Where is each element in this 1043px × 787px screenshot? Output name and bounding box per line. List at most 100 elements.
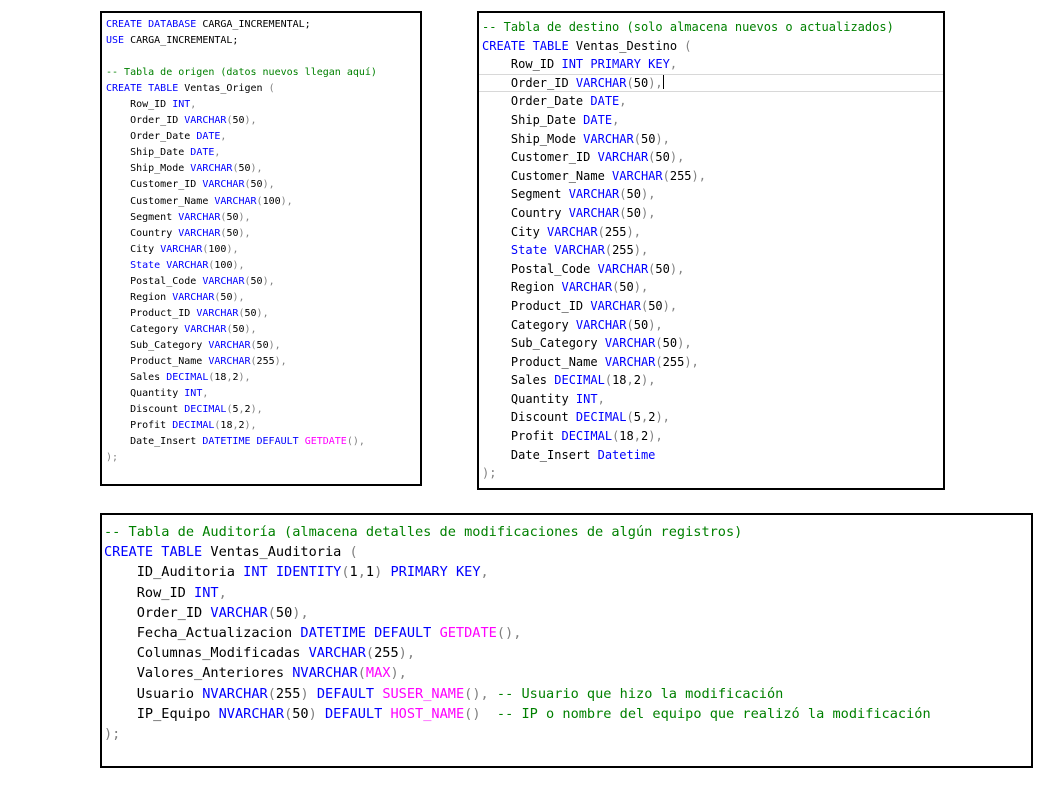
sql-keyword: VARCHAR bbox=[178, 211, 221, 223]
sql-text: Fecha_Actualizacion bbox=[104, 625, 301, 642]
editor-panel-ventas-auditoria[interactable]: -- Tabla de Auditoría (almacena detalles… bbox=[100, 513, 1033, 768]
sql-text: Ventas_Destino bbox=[568, 38, 685, 53]
sql-punctuation: ), bbox=[640, 187, 656, 202]
code-line: Row_ID INT, bbox=[106, 97, 420, 113]
sql-keyword: State bbox=[482, 243, 548, 258]
sql-keyword: DATETIME DEFAULT bbox=[300, 625, 432, 642]
sql-keyword: VARCHAR bbox=[172, 291, 215, 303]
sql-text: 50 bbox=[655, 150, 670, 165]
code-line: USE CARGA_INCREMENTAL; bbox=[106, 33, 420, 49]
sql-text: 5 bbox=[633, 410, 641, 425]
code-block[interactable]: CREATE DATABASE CARGA_INCREMENTAL; USE CA… bbox=[102, 13, 420, 466]
sql-punctuation: () bbox=[464, 705, 481, 722]
sql-keyword: DECIMAL bbox=[554, 373, 605, 388]
sql-punctuation: ), bbox=[262, 179, 275, 191]
sql-punctuation: ( bbox=[684, 38, 692, 53]
sql-keyword: INT bbox=[575, 391, 598, 406]
sql-keyword: NVARCHAR bbox=[292, 665, 358, 682]
sql-punctuation: ( bbox=[619, 205, 627, 220]
sql-text: 50 bbox=[226, 227, 239, 239]
sql-keyword: VARCHAR bbox=[202, 179, 245, 191]
code-line: CREATE DATABASE CARGA_INCREMENTAL; bbox=[106, 17, 420, 33]
sql-keyword: VARCHAR bbox=[202, 275, 245, 287]
sql-text: Segment bbox=[482, 187, 569, 202]
sql-punctuation: , bbox=[190, 99, 197, 111]
sql-text: 255 bbox=[669, 168, 692, 183]
sql-text: Region bbox=[482, 280, 562, 295]
sql-text: 50 bbox=[655, 261, 670, 276]
sql-punctuation: ), bbox=[633, 280, 649, 295]
code-line: ); bbox=[104, 724, 1031, 744]
sql-keyword: CREATE DATABASE bbox=[106, 19, 197, 30]
sql-keyword: VARCHAR bbox=[554, 243, 605, 258]
sql-keyword: DECIMAL bbox=[172, 420, 215, 432]
sql-keyword: VARCHAR bbox=[590, 298, 641, 313]
sql-text: 100 bbox=[208, 243, 227, 255]
sql-text: Customer_Name bbox=[482, 168, 613, 183]
code-line: Product_ID VARCHAR(50), bbox=[106, 306, 420, 322]
sql-punctuation: ( bbox=[626, 75, 634, 90]
sql-text: 18 bbox=[220, 420, 233, 432]
code-line: ); bbox=[482, 464, 943, 483]
code-line: Fecha_Actualizacion DATETIME DEFAULT GET… bbox=[104, 623, 1031, 643]
sql-keyword: DATETIME DEFAULT bbox=[202, 436, 299, 448]
sql-punctuation: ) bbox=[308, 705, 317, 722]
sql-punctuation: ( bbox=[633, 131, 641, 146]
sql-text: 1 bbox=[349, 564, 358, 581]
sql-punctuation: , bbox=[218, 584, 227, 601]
sql-text: 50 bbox=[626, 187, 641, 202]
sql-keyword: VARCHAR bbox=[568, 205, 620, 220]
sql-keyword: DATE bbox=[583, 112, 613, 127]
sql-text: Category bbox=[482, 317, 576, 332]
sql-punctuation: ), bbox=[648, 75, 663, 90]
sql-punctuation: ), bbox=[655, 131, 670, 146]
sql-keyword: DECIMAL bbox=[575, 410, 627, 425]
editor-panel-ventas-origen[interactable]: CREATE DATABASE CARGA_INCREMENTAL; USE CA… bbox=[100, 11, 422, 486]
sql-text: 50 bbox=[648, 298, 663, 313]
code-line: Columnas_Modificadas VARCHAR(255), bbox=[104, 643, 1031, 663]
code-block[interactable]: -- Tabla de Auditoría (almacena detalles… bbox=[102, 515, 1031, 744]
sql-text: City bbox=[106, 243, 161, 255]
sql-punctuation: ), bbox=[250, 163, 263, 175]
sql-keyword: VARCHAR bbox=[597, 150, 649, 165]
sql-keyword: VARCHAR bbox=[583, 131, 634, 146]
code-block[interactable]: -- Tabla de destino (solo almacena nuevo… bbox=[479, 13, 943, 483]
sql-punctuation: ), bbox=[238, 227, 251, 239]
sql-keyword: NVARCHAR bbox=[218, 705, 285, 722]
sql-punctuation: ( bbox=[655, 354, 663, 369]
sql-punctuation: ) bbox=[300, 685, 309, 702]
sql-punctuation: ), bbox=[655, 410, 670, 425]
code-line: Sales DECIMAL(18,2), bbox=[482, 371, 943, 390]
code-line: Postal_Code VARCHAR(50), bbox=[482, 260, 943, 279]
sql-punctuation: , bbox=[202, 388, 209, 400]
sql-text: Postal_Code bbox=[106, 275, 203, 287]
sql-comment: -- Tabla de origen (datos nuevos llegan … bbox=[106, 67, 377, 79]
sql-text: Order_ID bbox=[482, 75, 576, 90]
sql-text: 18 bbox=[612, 373, 627, 388]
sql-punctuation: ( bbox=[341, 564, 350, 581]
editor-panel-ventas-destino[interactable]: -- Tabla de destino (solo almacena nuevo… bbox=[477, 11, 945, 490]
code-line: CREATE TABLE Ventas_Auditoria ( bbox=[104, 542, 1031, 562]
sql-text: Ship_Mode bbox=[482, 131, 584, 146]
sql-keyword: DECIMAL bbox=[561, 429, 613, 444]
code-line: -- Tabla de destino (solo almacena nuevo… bbox=[482, 18, 943, 37]
code-line: Order_ID VARCHAR(50), bbox=[479, 73, 943, 93]
sql-text: Postal_Code bbox=[482, 261, 598, 276]
sql-text: Order_Date bbox=[482, 94, 591, 109]
sql-punctuation: ( bbox=[357, 665, 366, 682]
sql-text: Discount bbox=[482, 410, 576, 425]
sql-punctuation: , bbox=[480, 564, 489, 581]
code-line: City VARCHAR(100), bbox=[106, 242, 420, 258]
code-line: Discount DECIMAL(5,2), bbox=[482, 408, 943, 427]
code-line: Discount DECIMAL(5,2), bbox=[106, 402, 420, 418]
sql-punctuation: ), bbox=[648, 429, 663, 444]
code-line: Ship_Mode VARCHAR(50), bbox=[106, 161, 420, 177]
code-line: Sub_Category VARCHAR(50), bbox=[482, 334, 943, 353]
sql-punctuation: ( bbox=[662, 168, 670, 183]
sql-text: Order_ID bbox=[104, 604, 211, 621]
code-line: Country VARCHAR(50), bbox=[482, 204, 943, 223]
